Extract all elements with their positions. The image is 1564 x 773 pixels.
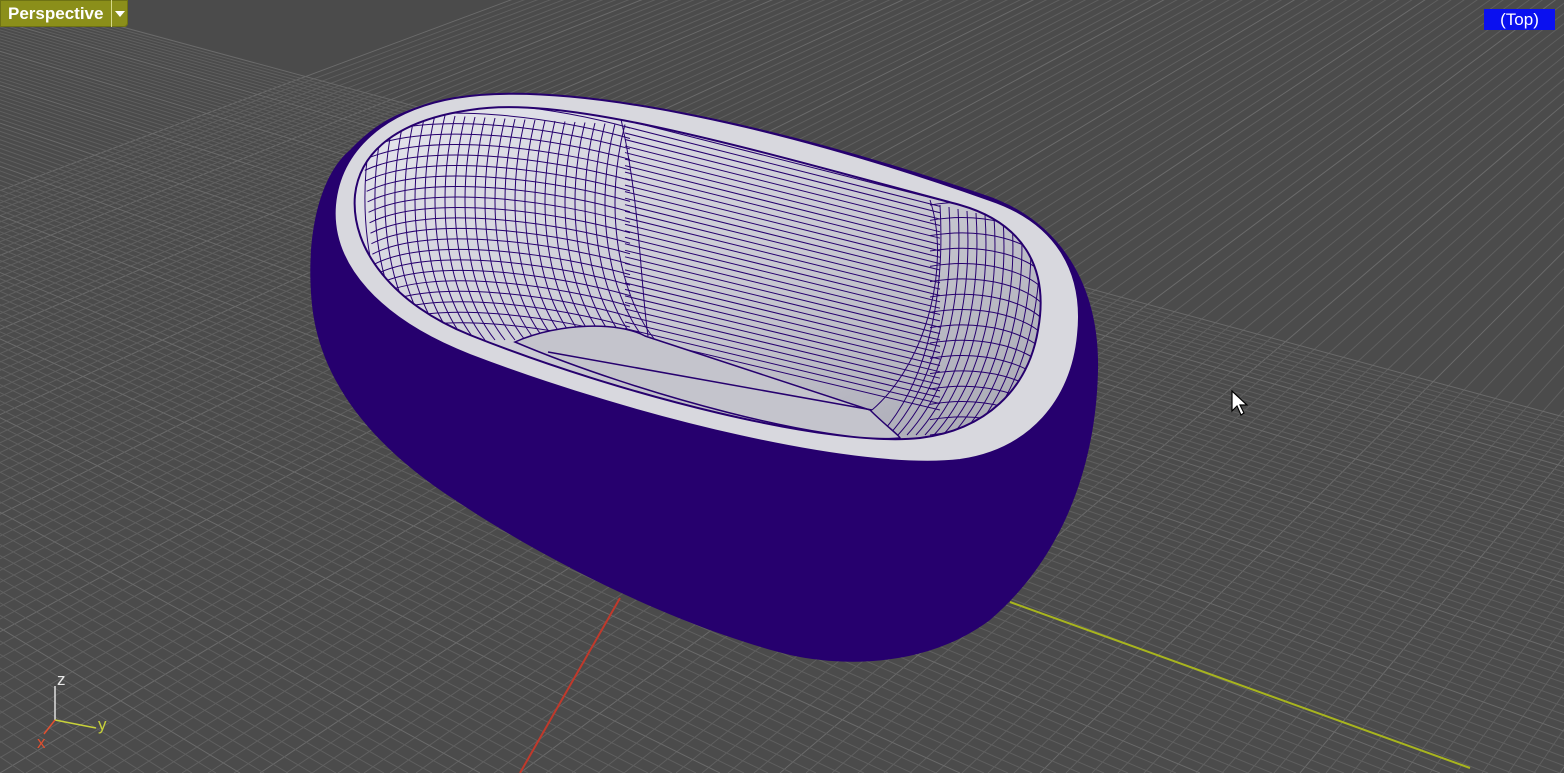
axis-gizmo: z y x (30, 668, 120, 753)
viewport-title[interactable]: Perspective (0, 0, 111, 27)
bowl-object[interactable] (310, 92, 1099, 662)
view-badge: (Top) (1484, 9, 1555, 30)
viewport-title-tab[interactable]: Perspective (0, 0, 129, 27)
gizmo-x-label: x (37, 733, 46, 752)
gizmo-y-label: y (98, 715, 107, 734)
perspective-viewport[interactable]: Perspective (Top) z y x (0, 0, 1564, 773)
mouse-pointer-icon (1231, 390, 1249, 416)
viewport-scene[interactable] (0, 0, 1564, 773)
gizmo-z-label: z (57, 670, 66, 689)
chevron-down-icon[interactable] (111, 0, 128, 27)
x-axis-line (519, 597, 621, 773)
